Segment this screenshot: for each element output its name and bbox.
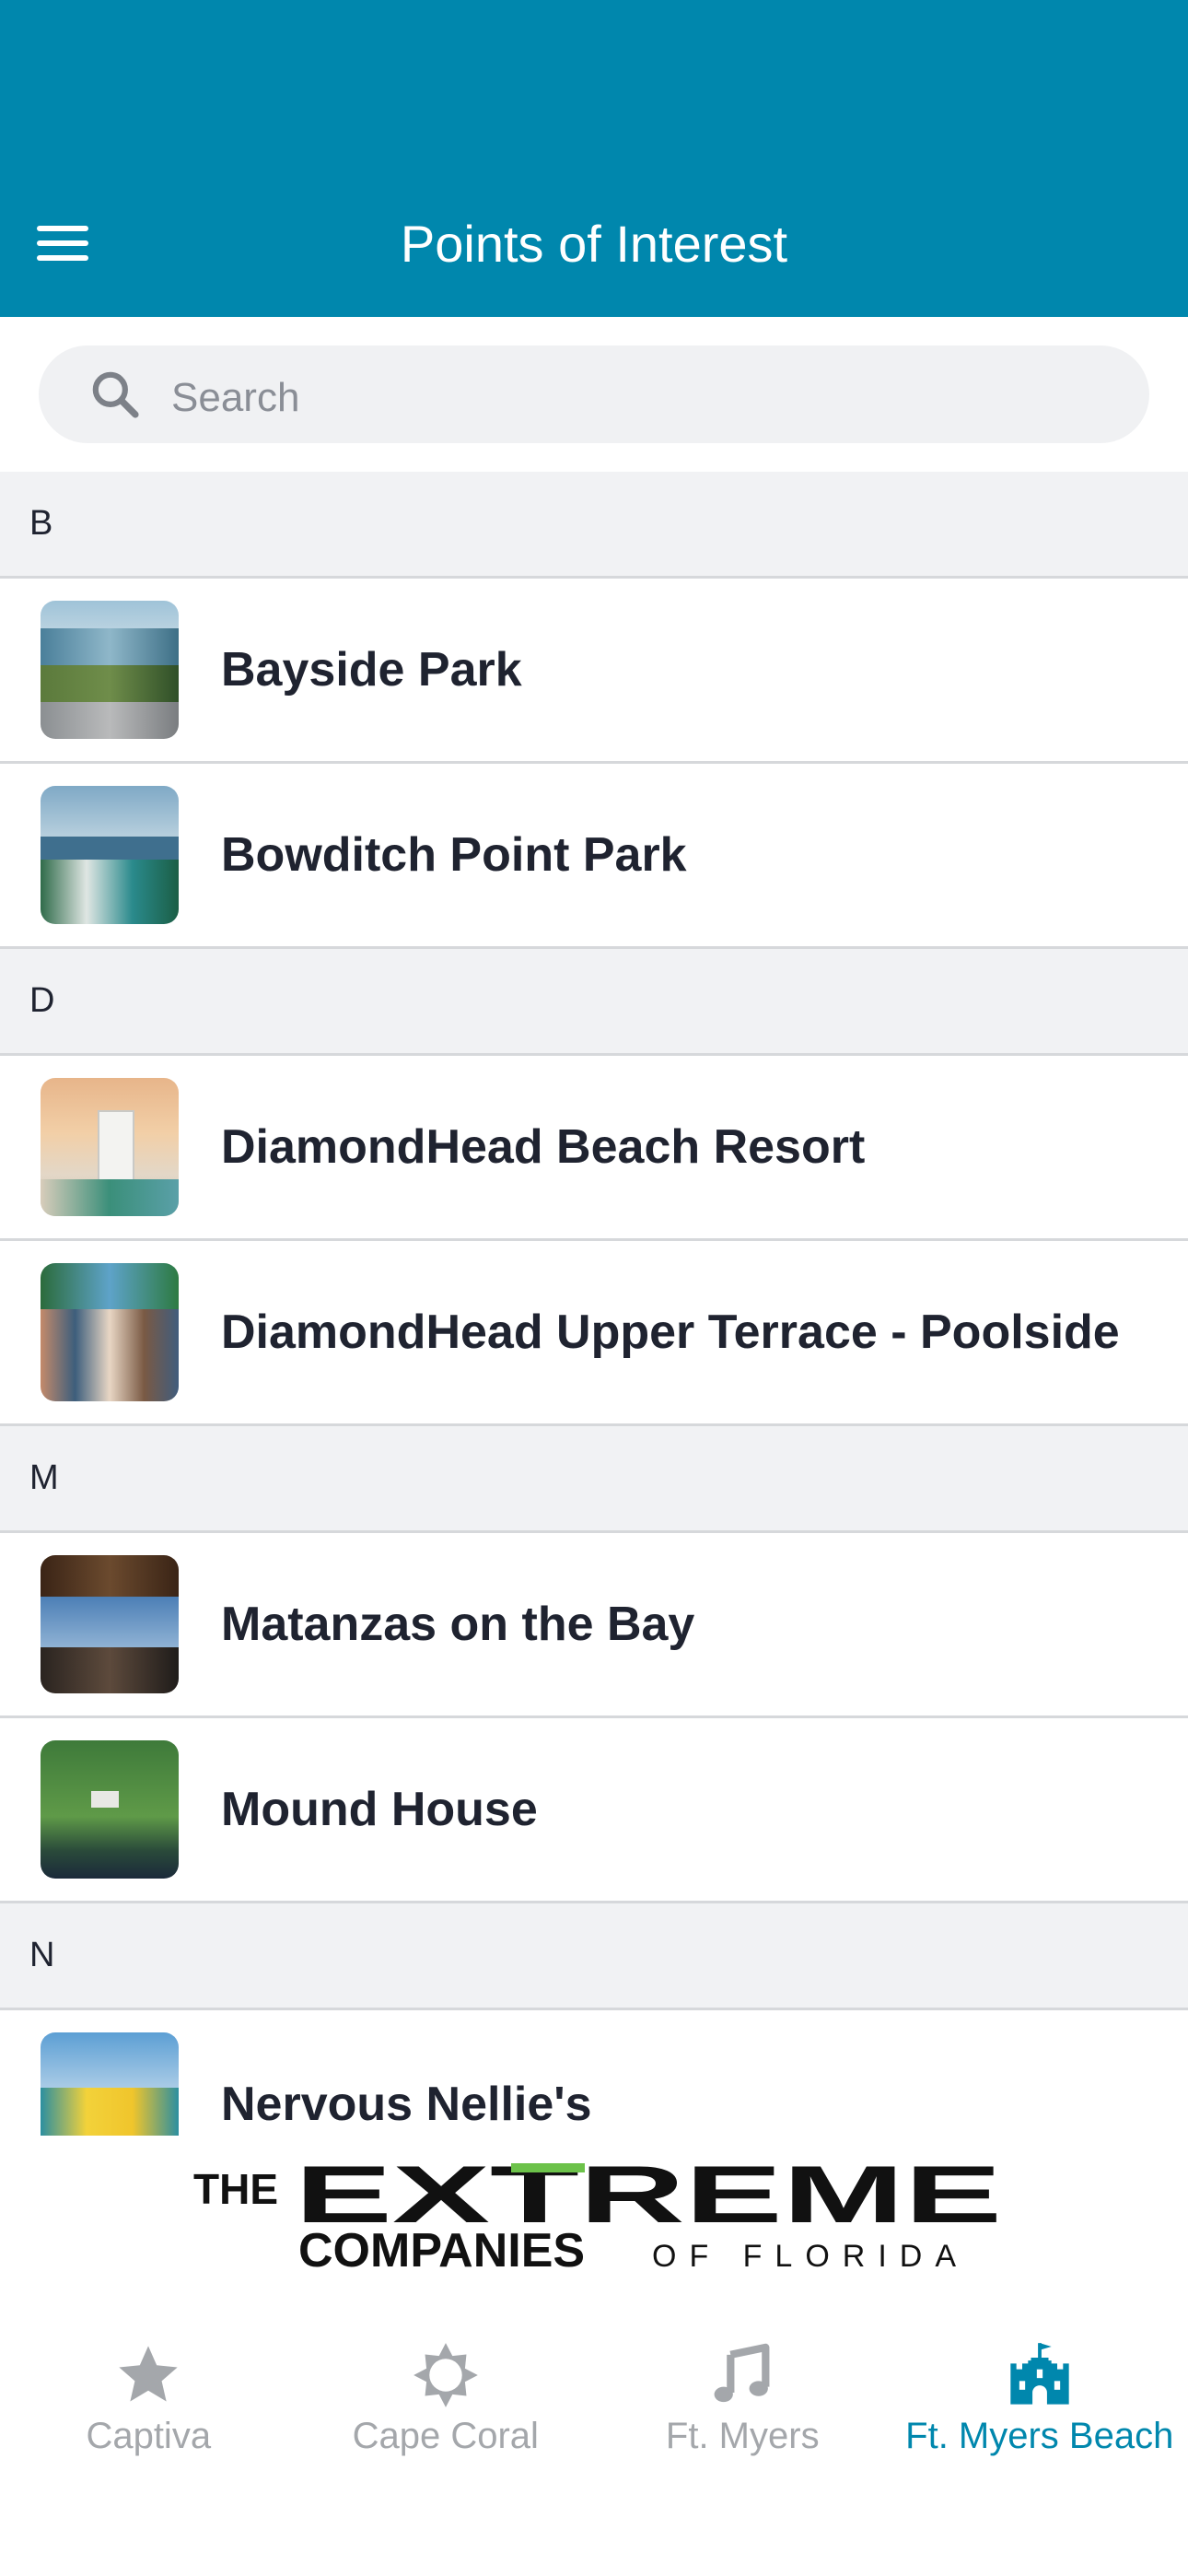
list-item-label: Matanzas on the Bay [221, 1598, 695, 1651]
sponsor-banner[interactable]: THE EXTREME COMPANIES OF FLORIDA [0, 2136, 1188, 2322]
thumbnail-nervous-nellies [41, 2032, 179, 2136]
list-item[interactable]: Matanzas on the Bay [0, 1533, 1188, 1718]
bottom-tab-bar: Captiva Cape Coral Ft. Myers Ft. Myers B… [0, 2322, 1188, 2576]
search-bar-container [0, 317, 1188, 472]
search-icon [92, 371, 139, 418]
extreme-companies-logo: THE EXTREME COMPANIES OF FLORIDA [193, 2156, 1002, 2277]
list-item-label: DiamondHead Upper Terrace - Poolside [221, 1306, 1120, 1359]
music-note-icon [714, 2343, 770, 2403]
thumbnail-diamondhead-beach-resort [41, 1078, 179, 1216]
list-item-label: DiamondHead Beach Resort [221, 1120, 866, 1174]
thumbnail-diamondhead-upper-terrace [41, 1263, 179, 1401]
list-item-label: Bayside Park [221, 643, 522, 697]
list-item[interactable]: Nervous Nellie's [0, 2010, 1188, 2136]
list-item[interactable]: Mound House [0, 1718, 1188, 1903]
page-title: Points of Interest [400, 215, 788, 273]
thumbnail-bayside-park [41, 601, 179, 739]
tab-ft-myers[interactable]: Ft. Myers [594, 2322, 891, 2460]
list-item[interactable]: Bayside Park [0, 579, 1188, 764]
list-item[interactable]: Bowditch Point Park [0, 764, 1188, 949]
search-box[interactable] [39, 345, 1149, 443]
sun-icon [413, 2343, 478, 2407]
castle-icon [1010, 2343, 1069, 2405]
search-input[interactable] [171, 345, 1111, 443]
list-item[interactable]: DiamondHead Upper Terrace - Poolside [0, 1241, 1188, 1426]
tab-label-ft-myers: Ft. Myers [665, 2416, 820, 2456]
app-header: Points of Interest [0, 0, 1188, 317]
tab-label-ft-myers-beach: Ft. Myers Beach [905, 2416, 1174, 2456]
thumbnail-matanzas-on-the-bay [41, 1555, 179, 1693]
section-header-d: D [0, 949, 1188, 1056]
section-header-m: M [0, 1426, 1188, 1533]
logo-companies-text: COMPANIES [298, 2224, 585, 2277]
thumbnail-mound-house [41, 1740, 179, 1879]
star-icon [119, 2346, 178, 2402]
tab-label-cape-coral: Cape Coral [352, 2416, 539, 2456]
list-item-label: Bowditch Point Park [221, 828, 687, 882]
thumbnail-bowditch-point-park [41, 786, 179, 924]
tab-ft-myers-beach[interactable]: Ft. Myers Beach [891, 2322, 1188, 2460]
section-header-n: N [0, 1903, 1188, 2010]
tab-label-captiva: Captiva [86, 2416, 212, 2456]
list-item-label: Mound House [221, 1783, 538, 1836]
logo-the-text: THE [193, 2165, 278, 2213]
list-item[interactable]: DiamondHead Beach Resort [0, 1056, 1188, 1241]
logo-of-florida-text: OF FLORIDA [652, 2239, 969, 2274]
section-header-b: B [0, 472, 1188, 579]
list-item-label: Nervous Nellie's [221, 2078, 592, 2131]
points-of-interest-list[interactable]: B Bayside Park Bowditch Point Park D Dia… [0, 472, 1188, 2136]
tab-cape-coral[interactable]: Cape Coral [297, 2322, 595, 2460]
tab-captiva[interactable]: Captiva [0, 2322, 297, 2460]
